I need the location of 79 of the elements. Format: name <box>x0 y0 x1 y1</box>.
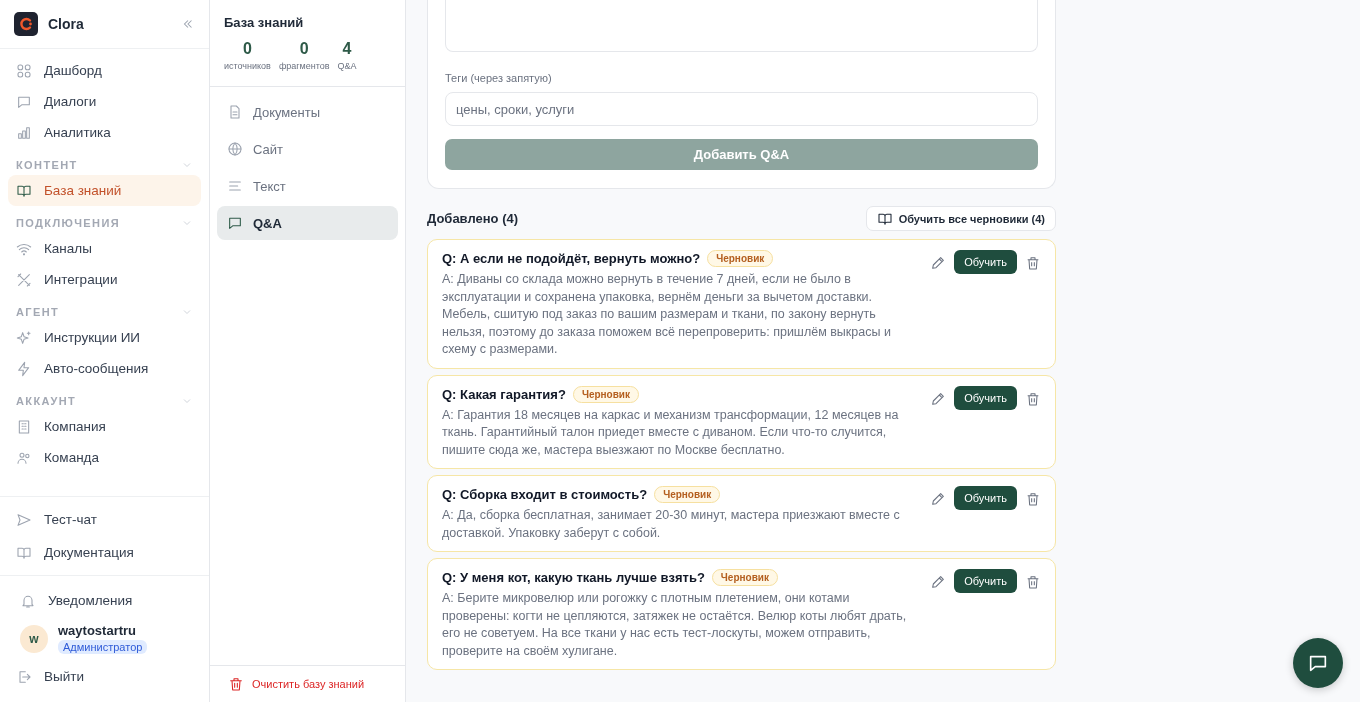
send-icon <box>16 511 32 528</box>
edit-icon[interactable] <box>930 574 947 590</box>
app-name: Clora <box>48 16 85 32</box>
question: Q: У меня кот, какую ткань лучше взять? <box>442 570 705 585</box>
user-name: waytostartru <box>58 623 137 638</box>
stat-label: фрагментов <box>278 61 330 71</box>
answer: А: Гарантия 18 месяцев на каркас и механизм трансформации, 12 месяцев на ткань. Гарантийный талон приедет вместе с диваном. Если что-то случится, пишите сюда же, мастера выезжают по Москве бесплатно. <box>442 406 900 459</box>
edit-icon[interactable] <box>930 390 947 407</box>
sidebar-item[interactable]: Каналы <box>8 233 201 264</box>
sidebar-item[interactable]: Аналитика <box>8 117 201 148</box>
clear-knowledge-button[interactable]: Очистить базу знаний <box>228 676 387 692</box>
sidebar-item[interactable]: Инструкции ИИ <box>8 322 201 353</box>
avatar[interactable]: w <box>20 624 48 653</box>
status-badge: Черновик <box>707 250 774 267</box>
sidebar-item[interactable]: Компания <box>8 411 201 442</box>
answer: А: Диваны со склада можно вернуть в течение 7 дней, если не было в эксплуатации и сохранена упаковка, вернём деньги за вычетом доставки. Мебель, сшитую под заказ по вашим размерам и ткани, по закону вернуть нельзя, поэтому до заказа поможем всё перепроверить: пришлём выкрасы и схему с размерами. <box>442 271 892 358</box>
logo-icon <box>14 12 38 36</box>
lightning-icon <box>16 360 32 377</box>
question: Q: А если не подойдёт, вернуть можно? <box>442 251 701 266</box>
train-button[interactable]: Обучить <box>954 385 1017 410</box>
logout-link[interactable]: Выйти <box>8 660 201 693</box>
sidebar-item[interactable]: Дашборд <box>8 55 201 86</box>
stat-value: 4 <box>342 40 352 58</box>
status-badge: Черновик <box>711 569 778 586</box>
stat-label: источников <box>224 61 271 71</box>
chat-button[interactable] <box>1293 638 1343 688</box>
panel-title: База знаний <box>224 15 305 30</box>
globe-icon <box>227 141 243 157</box>
stat-label: Q&A <box>337 61 357 71</box>
question: Q: Какая гарантия? <box>442 386 566 402</box>
section-title: АККАУНТ <box>16 395 77 407</box>
logout-icon <box>16 668 32 685</box>
section-heading: Добавлено (4) <box>427 211 519 226</box>
delete-icon[interactable] <box>1025 491 1041 507</box>
sidebar-link[interactable]: Документация <box>8 536 201 569</box>
edit-icon[interactable] <box>930 491 947 507</box>
stat-value: 0 <box>299 40 309 58</box>
sidebar-item[interactable]: Диалоги <box>8 86 201 117</box>
sidebar-item[interactable]: Авто-сообщения <box>8 353 201 384</box>
edit-icon[interactable] <box>930 255 947 271</box>
chat-icon <box>227 215 243 231</box>
grid-icon <box>16 62 32 79</box>
section-title: ПОДКЛЮЧЕНИЯ <box>16 217 120 229</box>
stat-value: 0 <box>243 40 252 58</box>
source-tab[interactable]: Сайт <box>217 132 398 166</box>
tools-icon <box>16 271 32 288</box>
role-badge: Администратор <box>58 640 148 654</box>
section-title: КОНТЕНТ <box>16 159 78 171</box>
notifications-link[interactable]: Уведомления <box>8 584 201 617</box>
delete-icon[interactable] <box>1025 255 1041 271</box>
sidebar-item[interactable]: Команда <box>8 442 201 473</box>
bar-chart-icon <box>16 124 32 141</box>
answer: А: Да, сборка бесплатная, занимает 20-30 минут, мастера приезжают вместе с доставкой. Упаковку заберут с собой. <box>442 507 901 542</box>
text-lines-icon <box>227 178 243 194</box>
sidebar-link[interactable]: Тест-чат <box>8 503 201 536</box>
collapse-icon[interactable] <box>181 17 195 31</box>
source-tab[interactable]: Текст <box>217 169 398 203</box>
sidebar-item[interactable]: База знаний <box>8 175 201 206</box>
tags-field[interactable]: цены, сроки, услуги <box>445 92 1038 126</box>
sparkle-icon <box>16 329 32 346</box>
question: Q: Сборка входит в стоимость? <box>442 487 648 502</box>
answer-field[interactable] <box>445 0 1038 52</box>
train-button[interactable]: Обучить <box>954 486 1017 510</box>
status-badge: Черновик <box>572 385 640 403</box>
train-all-button[interactable]: Обучить все черновики (4) <box>865 206 1056 231</box>
field-label: Теги (через запятую) <box>445 72 553 84</box>
delete-icon[interactable] <box>1025 574 1041 590</box>
trash-icon <box>228 676 244 692</box>
delete-icon[interactable] <box>1025 390 1041 407</box>
train-button[interactable]: Обучить <box>954 250 1017 274</box>
section-title: АГЕНТ <box>16 306 60 318</box>
document-icon <box>227 104 243 120</box>
sidebar-item[interactable]: Интеграции <box>8 264 201 295</box>
source-tab[interactable]: Q&A <box>217 206 398 240</box>
status-badge: Черновик <box>654 486 721 503</box>
answer: А: Берите микровелюр или рогожку с плотным плетением, они котами проверены: когти не цепляются, затяжек не остаётся. Велюр коты любят драть, его не советуем. На все ткани у нас есть тест-лоскуты, можем отправить, проверите на своём хулигане. <box>442 590 908 660</box>
source-tab[interactable]: Документы <box>217 95 398 129</box>
building-icon <box>16 418 32 435</box>
train-button[interactable]: Обучить <box>954 569 1017 593</box>
